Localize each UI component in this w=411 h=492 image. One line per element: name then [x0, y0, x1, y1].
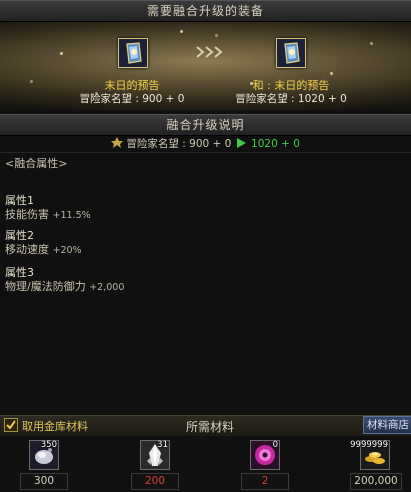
material-shop-button[interactable]: 材料商店: [363, 416, 411, 434]
section-header-equipment: 需要融合升级的装备: [0, 0, 411, 22]
fame-before: 冒险家名望 : 900 + 0: [126, 138, 232, 150]
fusion-panel: 末日的预告 冒险家名望 : 900 + 0 和 : 末日的预告 冒险家名望 : …: [0, 22, 411, 110]
attribute-2-row: 移动速度 +20%: [5, 241, 82, 257]
checkmark-icon: [6, 420, 16, 430]
attribute-3-row: 物理/魔法防御力 +2,000: [5, 278, 124, 294]
shield-card-icon: [277, 39, 305, 67]
material-1-required: 300: [20, 473, 68, 490]
material-slot-3[interactable]: 0: [250, 440, 280, 470]
fame-after: 1020 + 0: [251, 138, 300, 150]
attribute-1-row: 技能伤害 +11.5%: [5, 206, 91, 222]
materials-title: 所需材料: [185, 420, 234, 434]
attribute-3-value: +2,000: [89, 282, 125, 293]
target-item-fame: 冒险家名望 : 1020 + 0: [235, 93, 347, 105]
fame-change-row: 冒险家名望 : 900 + 0 1020 + 0: [0, 136, 411, 152]
attribute-1-value: +11.5%: [52, 210, 91, 221]
description-title: 融合升级说明: [166, 118, 245, 132]
source-item-fame: 冒险家名望 : 900 + 0: [79, 93, 185, 105]
material-4-owned: 9999999: [350, 440, 388, 450]
play-arrow-icon: [236, 138, 246, 148]
fusion-arrow-icon: [196, 46, 223, 58]
material-4-required: 200,000: [350, 473, 402, 490]
source-equipment-slot[interactable]: [118, 38, 148, 68]
attribute-1-text: 技能伤害: [5, 208, 49, 221]
fame-emblem-icon: [111, 137, 124, 148]
material-2-owned: 31: [157, 440, 168, 450]
material-3-owned: 0: [272, 440, 278, 450]
attribute-2-value: +20%: [52, 245, 82, 256]
material-slot-1[interactable]: 350: [29, 440, 59, 470]
material-slot-2[interactable]: 31: [140, 440, 170, 470]
material-3-required: 2: [241, 473, 289, 490]
attribute-3-text: 物理/魔法防御力: [5, 280, 86, 293]
attribute-2-text: 移动速度: [5, 243, 49, 256]
use-storage-checkbox[interactable]: [4, 418, 18, 432]
use-storage-label[interactable]: 取用金库材料: [22, 418, 88, 434]
material-1-owned: 350: [40, 440, 57, 450]
header-title: 需要融合升级的装备: [146, 4, 264, 18]
target-equipment-slot[interactable]: [276, 38, 306, 68]
material-slot-4[interactable]: 9999999: [350, 440, 390, 470]
material-2-required: 200: [131, 473, 179, 490]
section-header-description: 融合升级说明: [0, 114, 411, 136]
fusion-attribute-label: <融合属性>: [5, 157, 68, 170]
shield-card-icon: [119, 39, 147, 67]
